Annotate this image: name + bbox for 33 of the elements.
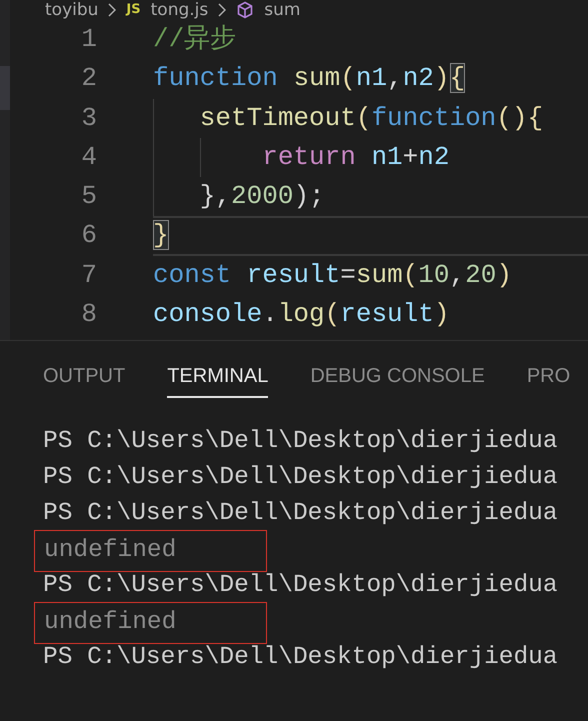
panel-tab[interactable]: TERMINAL	[167, 361, 268, 398]
chevron-icon	[218, 3, 226, 17]
line-number: 6	[80, 219, 97, 252]
code-line: function sum(n1,n2){	[153, 62, 466, 96]
code-line: return n1+n2	[153, 138, 588, 178]
js-file-icon: JS	[126, 0, 141, 20]
line-number: 8	[80, 298, 97, 332]
panel-tab[interactable]: PRO	[526, 361, 570, 398]
code-line: //异步	[153, 23, 238, 56]
code-line: },2000);	[153, 177, 588, 216]
sash-handle[interactable]	[0, 66, 10, 110]
cube-icon	[236, 1, 254, 19]
breadcrumb-item[interactable]: toyibu	[45, 0, 98, 20]
line-number: 1	[80, 23, 97, 56]
breadcrumb-item[interactable]: tong.js	[150, 0, 208, 20]
terminal-line: PS C:\Users\Dell\Desktop\dierjiedua	[43, 643, 558, 673]
line-number: 5	[80, 180, 97, 214]
breadcrumb-item[interactable]: sum	[264, 0, 300, 20]
terminal-line: PS C:\Users\Dell\Desktop\dierjiedua	[43, 427, 558, 457]
code-line: console.log(result)	[153, 298, 450, 332]
code-line: }	[153, 216, 588, 256]
panel-tab[interactable]: OUTPUT	[43, 361, 126, 398]
terminal-line: PS C:\Users\Dell\Desktop\dierjiedua	[43, 499, 558, 529]
code-line: const result=sum(10,20)	[153, 258, 513, 292]
terminal-line: PS C:\Users\Dell\Desktop\dierjiedua	[43, 463, 558, 493]
line-number: 7	[80, 258, 97, 292]
panel-tab[interactable]: DEBUG CONSOLE	[310, 361, 485, 398]
chevron-icon	[108, 3, 116, 17]
line-number: 2	[80, 62, 97, 96]
line-number: 3	[80, 102, 97, 135]
terminal-line: PS C:\Users\Dell\Desktop\dierjiedua	[43, 571, 558, 601]
code-line: setTimeout(function(){	[153, 98, 588, 138]
line-number: 4	[80, 140, 97, 174]
